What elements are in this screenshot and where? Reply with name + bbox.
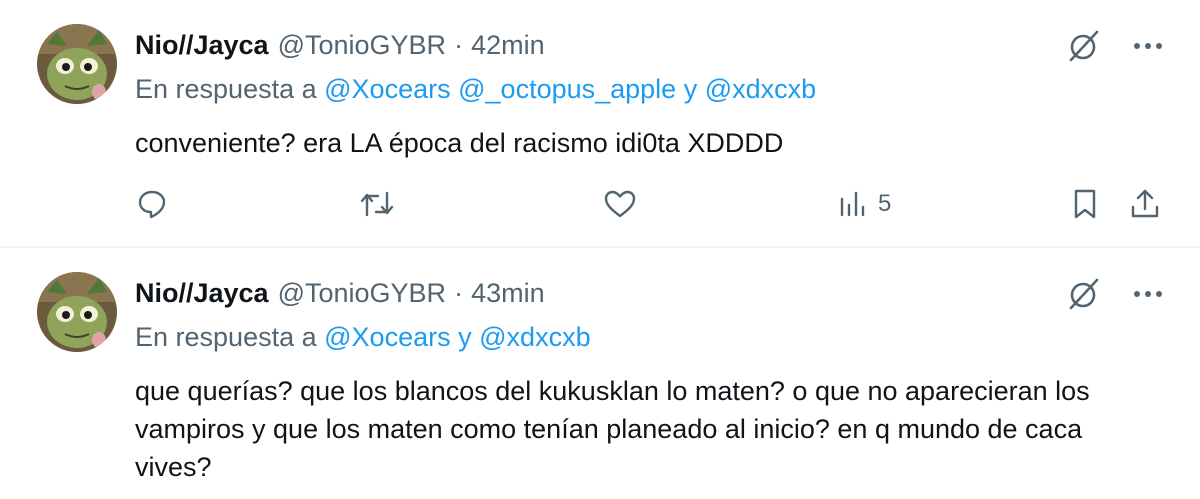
handle[interactable]: @TonioGYBR [278, 278, 446, 309]
reply-button[interactable] [135, 182, 169, 226]
views-icon [840, 191, 865, 217]
reply-context: En respuesta a @Xocears y @xdxcxb [135, 322, 591, 353]
mention-link[interactable]: @Xocears [324, 322, 450, 352]
handle[interactable]: @TonioGYBR [278, 30, 446, 61]
grok-icon[interactable] [1064, 26, 1104, 66]
timestamp[interactable]: 42min [471, 30, 545, 61]
share-button[interactable] [1128, 182, 1162, 226]
grok-icon[interactable] [1064, 274, 1104, 314]
separator-dot: · [454, 29, 464, 60]
mention-link[interactable]: @Xocears [324, 74, 450, 104]
tweet-top-actions [1064, 274, 1168, 314]
tweet-actions: 5 [0, 182, 1200, 226]
separator-dot: · [454, 277, 464, 308]
tweet-header: Nio//Jayca @TonioGYBR · 42min [135, 24, 545, 66]
more-icon[interactable] [1128, 274, 1168, 314]
timestamp[interactable]: 43min [471, 278, 545, 309]
tweet[interactable]: Nio//Jayca @TonioGYBR · 43min En respues… [0, 248, 1200, 499]
mention-link[interactable]: @_octopus_apple [458, 74, 676, 104]
more-icon[interactable] [1128, 26, 1168, 66]
avatar[interactable] [37, 24, 117, 104]
bookmark-icon [1074, 189, 1096, 219]
mention-link[interactable]: @xdxcxb [479, 322, 590, 352]
views-button[interactable]: 5 [838, 182, 891, 226]
display-name[interactable]: Nio//Jayca [135, 278, 269, 309]
share-icon [1131, 189, 1159, 218]
like-button[interactable] [602, 182, 638, 226]
tweet[interactable]: Nio//Jayca @TonioGYBR · 42min En respues… [0, 0, 1200, 248]
display-name[interactable]: Nio//Jayca [135, 30, 269, 61]
mention-joiner[interactable]: y [458, 322, 472, 352]
retweet-button[interactable] [358, 182, 396, 226]
bookmark-button[interactable] [1070, 182, 1100, 226]
retweet-icon [360, 191, 394, 217]
avatar[interactable] [37, 272, 117, 352]
reply-context: En respuesta a @Xocears @_octopus_apple … [135, 74, 816, 105]
tweet-text: conveniente? era LA época del racismo id… [135, 128, 784, 158]
reply-prefix: En respuesta a [135, 74, 317, 104]
tweet-header: Nio//Jayca @TonioGYBR · 43min [135, 272, 545, 314]
reply-prefix: En respuesta a [135, 322, 317, 352]
mention-link[interactable]: @xdxcxb [705, 74, 816, 104]
like-icon [604, 190, 636, 218]
views-count: 5 [878, 190, 892, 217]
tweet-text: que querías? que los blancos del kukuskl… [135, 376, 1090, 482]
mention-joiner[interactable]: y [684, 74, 698, 104]
reply-icon [138, 190, 166, 219]
tweet-top-actions [1064, 26, 1168, 66]
